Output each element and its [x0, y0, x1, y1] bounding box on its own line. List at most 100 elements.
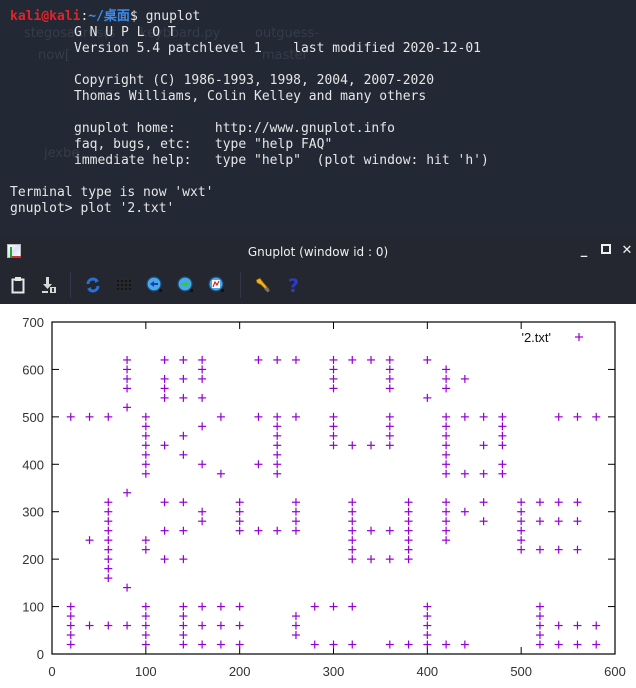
copy-to-clipboard-button[interactable] [9, 275, 27, 295]
banner-line: faq, bugs, etc: type "help FAQ" [74, 137, 333, 152]
data-point [104, 621, 113, 630]
data-point [273, 441, 282, 450]
data-point [198, 422, 207, 431]
data-point [442, 640, 451, 649]
y-tick-label: 0 [37, 647, 44, 662]
data-point [404, 640, 413, 649]
y-tick-label: 600 [22, 362, 44, 377]
data-point [498, 422, 507, 431]
data-point [535, 545, 544, 554]
data-point [517, 545, 526, 554]
data-point [385, 374, 394, 383]
data-point [498, 431, 507, 440]
data-point [404, 536, 413, 545]
data-point [404, 498, 413, 507]
data-point [310, 602, 319, 611]
data-point [123, 621, 132, 630]
data-point [254, 526, 263, 535]
gnuplot-window: Gnuplot (window id : 0) _ ✕ ? 0 100 200 … [0, 238, 636, 688]
data-point [198, 374, 207, 383]
banner-line: immediate help: type "help" (plot window… [74, 153, 489, 168]
toggle-grid-button[interactable] [115, 275, 133, 295]
plot-canvas[interactable]: 0 100 200 300 400 500 600 0 100 200 300 400 500 600 70… [0, 304, 636, 688]
data-point [160, 384, 169, 393]
data-point [442, 536, 451, 545]
data-point [348, 517, 357, 526]
data-point [460, 469, 469, 478]
data-point [160, 526, 169, 535]
banner-line: gnuplot home: http://www.gnuplot.info [74, 121, 395, 136]
replot-button[interactable] [84, 275, 102, 295]
data-point [141, 640, 150, 649]
maximize-button[interactable] [598, 243, 614, 259]
data-point [141, 621, 150, 630]
close-button[interactable]: ✕ [619, 243, 635, 259]
data-point [141, 422, 150, 431]
data-point [385, 412, 394, 421]
data-point [554, 545, 563, 554]
data-point [254, 355, 263, 364]
legend-label: '2.txt' [521, 330, 551, 345]
data-point [479, 441, 488, 450]
data-point [160, 374, 169, 383]
x-tick-label: 100 [135, 664, 157, 679]
window-titlebar[interactable]: Gnuplot (window id : 0) _ ✕ [0, 238, 636, 266]
data-point [179, 621, 188, 630]
toolbar-separator [70, 272, 71, 298]
help-button[interactable]: ? [285, 275, 303, 295]
data-point [442, 412, 451, 421]
x-tick-label: 200 [229, 664, 251, 679]
data-point [385, 441, 394, 450]
data-point [198, 602, 207, 611]
minimize-button[interactable]: _ [576, 243, 592, 259]
data-point [235, 602, 244, 611]
y-tick-label: 300 [22, 505, 44, 520]
x-tick-label: 300 [323, 664, 345, 679]
data-point [291, 412, 300, 421]
banner-line: G N U P L O T [74, 25, 176, 40]
data-point [329, 365, 338, 374]
data-point [104, 412, 113, 421]
data-point [291, 621, 300, 630]
data-point [517, 526, 526, 535]
configure-button[interactable] [254, 275, 272, 295]
data-point [554, 517, 563, 526]
data-point [329, 355, 338, 364]
data-point [385, 422, 394, 431]
data-point [535, 517, 544, 526]
banner-line: Version 5.4 patchlevel 1 last modified 2… [74, 41, 481, 56]
gnuplot-command-line: gnuplot> plot '2.txt' [10, 201, 175, 216]
data-point [104, 545, 113, 554]
toolbar: ? [0, 266, 636, 304]
data-point [291, 355, 300, 364]
next-zoom-button[interactable] [177, 275, 195, 295]
autoscale-button[interactable] [208, 275, 226, 295]
data-point [179, 450, 188, 459]
y-tick-label: 100 [22, 600, 44, 615]
data-point [254, 412, 263, 421]
data-point [141, 450, 150, 459]
data-point [404, 517, 413, 526]
data-point [141, 602, 150, 611]
data-point [179, 602, 188, 611]
data-point [423, 355, 432, 364]
data-point [123, 355, 132, 364]
data-point [198, 621, 207, 630]
data-point [160, 441, 169, 450]
y-tick-label: 400 [22, 457, 44, 472]
data-point [123, 488, 132, 497]
data-point [460, 412, 469, 421]
data-point [329, 602, 338, 611]
shell-prompt-line: kali@kali:~/桌面$ gnuplot [10, 9, 626, 25]
previous-zoom-button[interactable] [146, 275, 164, 295]
data-point [141, 460, 150, 469]
terminal[interactable]: stegosaurus(s keyboard.py outguess- now[… [0, 0, 636, 240]
data-point [85, 621, 94, 630]
data-point [179, 526, 188, 535]
y-tick-label: 200 [22, 552, 44, 567]
data-point [535, 640, 544, 649]
print-button[interactable] [40, 275, 58, 295]
data-point [235, 526, 244, 535]
data-point [479, 469, 488, 478]
data-point [198, 517, 207, 526]
